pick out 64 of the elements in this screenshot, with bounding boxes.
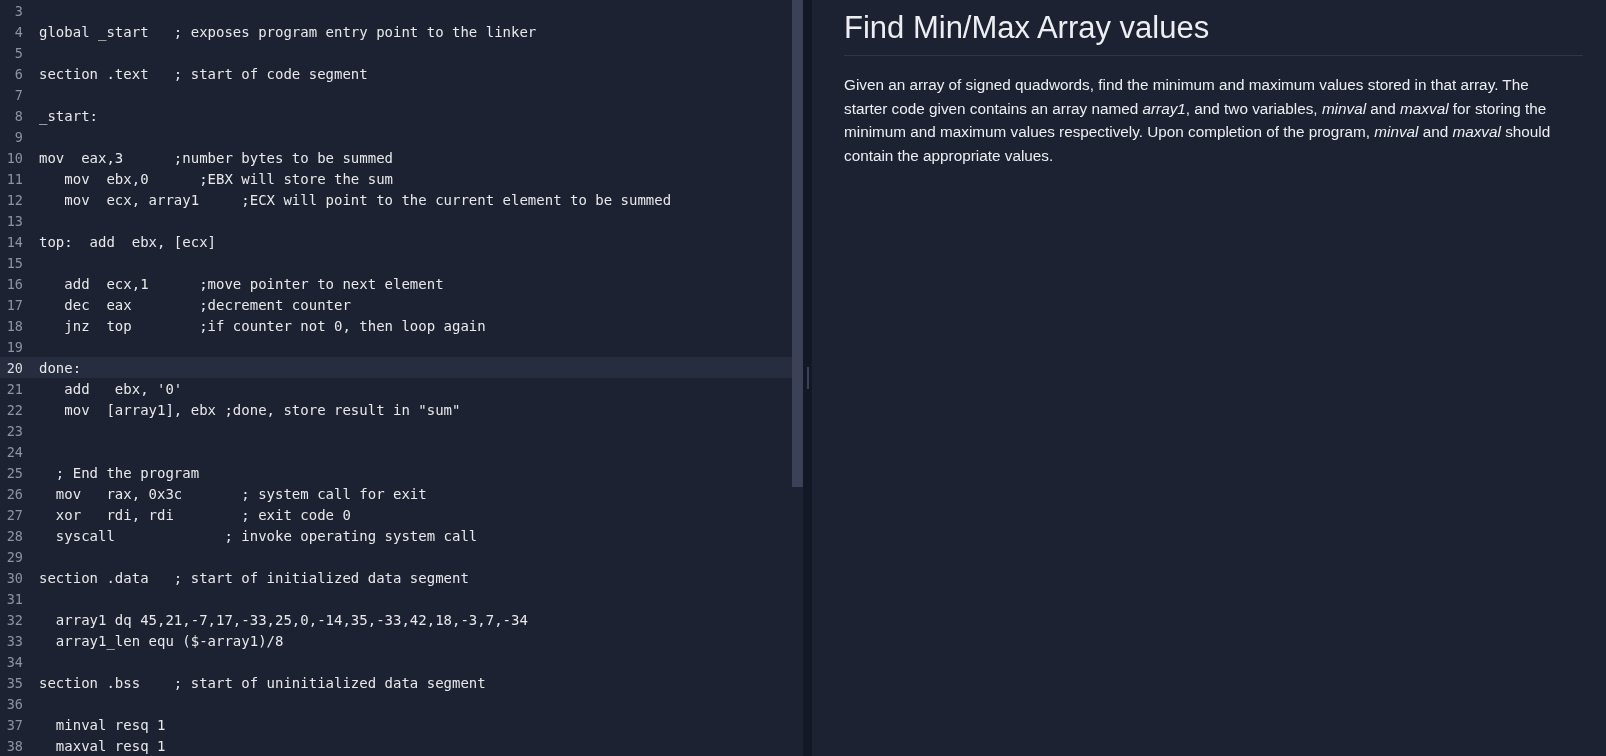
line-number: 17 — [5, 296, 23, 313]
problem-description: Given an array of signed quadwords, find the minimum and maximum values stored in that array. The starter code given contains an array named array1, and two variables, minval and maxval for storing the minimum and maximum values respectively. Upon completion of the program, minval and maxval should contain the appropriate values. — [844, 75, 1552, 166]
code-line: mov [array1], ebx ;done, store result in "sum" — [63, 401, 461, 418]
line-number: 4 — [13, 23, 23, 40]
line-number: 20 — [5, 359, 23, 376]
line-number: 18 — [5, 317, 23, 334]
code-line: ; End the program — [54, 464, 200, 481]
code-line: mov eax,3 ;number bytes to be summed — [39, 149, 393, 166]
line-number: 9 — [13, 128, 23, 145]
line-number: 31 — [5, 590, 23, 607]
line-number: 14 — [5, 233, 23, 250]
line-number: 8 — [13, 107, 23, 124]
code-line: add ebx, '0' — [63, 380, 183, 397]
code-line: section .data ; start of initialized data segment — [39, 569, 469, 586]
code-line: mov ecx, array1 ;ECX will point to the current element to be summed — [63, 191, 672, 208]
problem-title: Find Min/Max Array values — [844, 10, 1583, 56]
code-line: add ecx,1 ;move pointer to next element — [63, 275, 444, 292]
line-number: 33 — [5, 632, 23, 649]
line-number: 24 — [5, 443, 23, 460]
line-number: 10 — [5, 149, 23, 166]
scrollbar-thumb[interactable] — [792, 0, 803, 487]
line-number: 37 — [5, 716, 23, 733]
code-line: global _start ; exposes program entry point to the linker — [39, 23, 537, 40]
line-number: 35 — [5, 674, 23, 691]
line-number: 5 — [13, 44, 23, 61]
line-number: 3 — [13, 2, 23, 19]
line-number: 26 — [5, 485, 23, 502]
code-line: syscall ; invoke operating system call — [54, 527, 478, 544]
line-number: 27 — [5, 506, 23, 523]
code-line: done: — [39, 359, 82, 376]
code-line: top: add ebx, [ecx] — [39, 233, 216, 250]
code-editor[interactable] — [0, 0, 803, 756]
code-line: mov ebx,0 ;EBX will store the sum — [63, 170, 393, 187]
code-line: array1_len equ ($-array1)/8 — [54, 632, 284, 649]
line-number: 11 — [5, 170, 23, 187]
line-number: 13 — [5, 212, 23, 229]
line-number: 29 — [5, 548, 23, 565]
code-line: array1 dq 45,21,-7,17,-33,25,0,-14,35,-33,42,18,-3,7,-34 — [54, 611, 528, 628]
code-line: maxval resq 1 — [54, 737, 166, 754]
line-number: 36 — [5, 695, 23, 712]
line-number: 28 — [5, 527, 23, 544]
line-number: 19 — [5, 338, 23, 355]
line-number: 12 — [5, 191, 23, 208]
line-number: 22 — [5, 401, 23, 418]
line-number: 23 — [5, 422, 23, 439]
code-line: minval resq 1 — [54, 716, 166, 733]
code-line: _start: — [39, 107, 98, 124]
code-line: section .text ; start of code segment — [39, 65, 368, 82]
code-line: dec eax ;decrement counter — [63, 296, 351, 313]
splitter-handle[interactable] — [806, 367, 809, 389]
line-number: 38 — [5, 737, 23, 754]
line-number: 7 — [13, 86, 23, 103]
code-line: xor rdi, rdi ; exit code 0 — [54, 506, 351, 523]
line-number: 32 — [5, 611, 23, 628]
code-line: jnz top ;if counter not 0, then loop again — [63, 317, 486, 334]
line-number: 16 — [5, 275, 23, 292]
line-number: 30 — [5, 569, 23, 586]
line-number: 21 — [5, 380, 23, 397]
line-number: 15 — [5, 254, 23, 271]
code-line: mov rax, 0x3c ; system call for exit — [54, 485, 427, 502]
code-line: section .bss ; start of uninitialized data segment — [39, 674, 486, 691]
line-number: 25 — [5, 464, 23, 481]
line-number: 6 — [13, 65, 23, 82]
line-number: 34 — [5, 653, 23, 670]
